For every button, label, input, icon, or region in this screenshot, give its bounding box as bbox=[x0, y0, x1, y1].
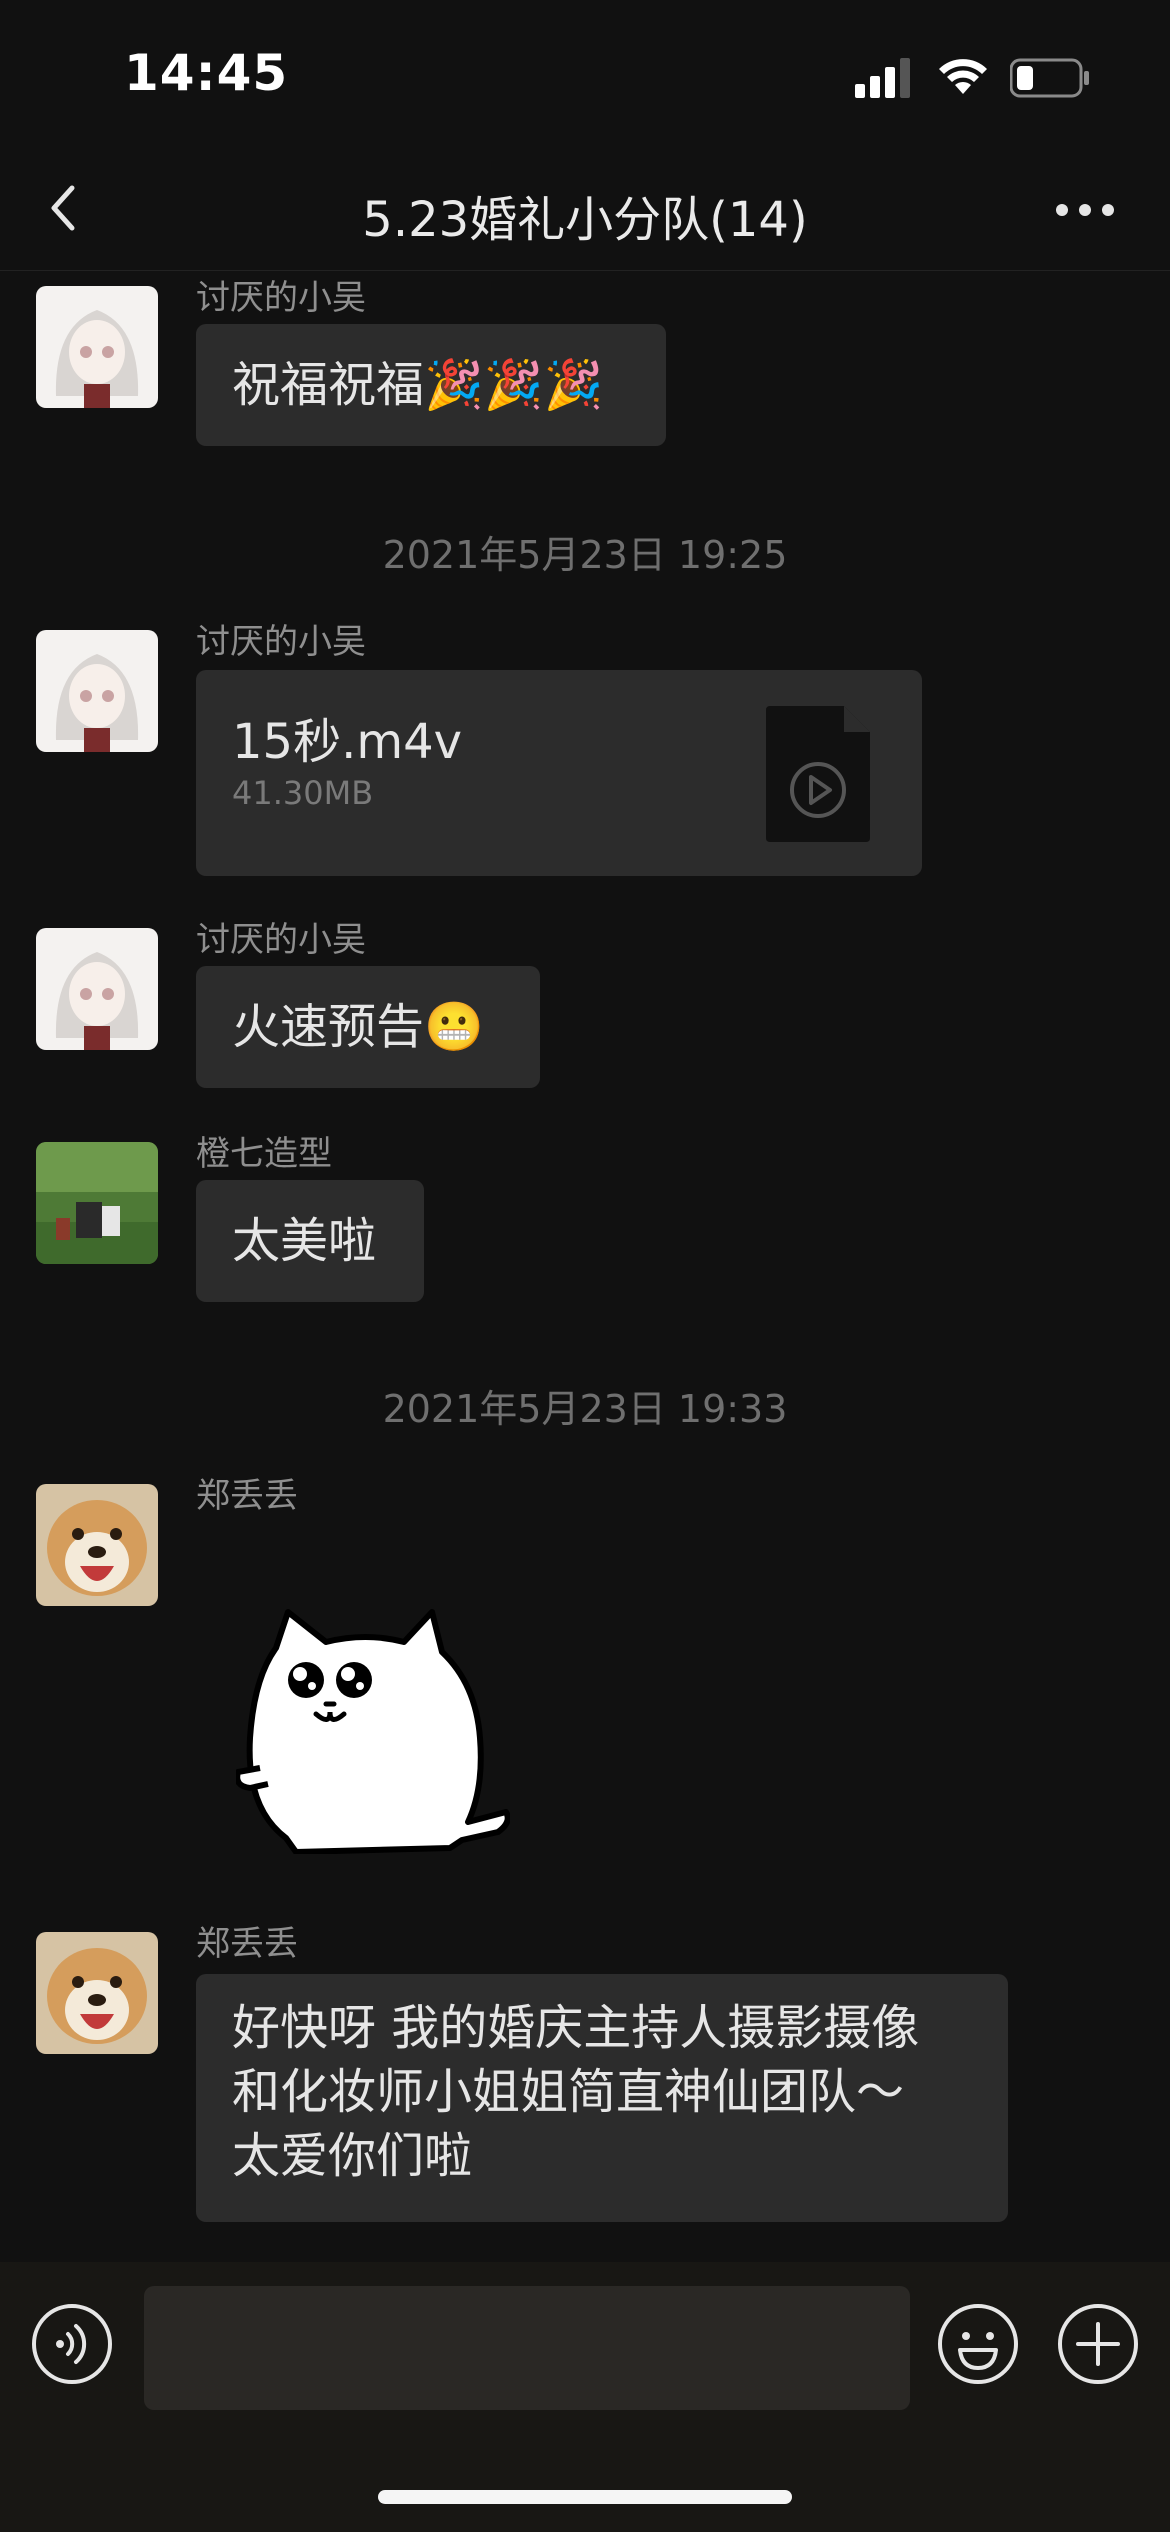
home-indicator[interactable] bbox=[378, 2490, 792, 2504]
wifi-icon bbox=[939, 59, 987, 94]
anime-girl-avatar-icon bbox=[36, 928, 158, 1050]
avatar[interactable] bbox=[36, 928, 158, 1050]
chat-title: 5.23婚礼小分队(14) bbox=[362, 192, 808, 248]
more-dots-icon[interactable] bbox=[1050, 180, 1120, 240]
status-time: 14:45 bbox=[124, 44, 289, 102]
file-name: 15秒.m4v bbox=[232, 714, 463, 770]
message-input[interactable] bbox=[144, 2286, 910, 2410]
message-line: 太爱你们啦 bbox=[232, 2128, 473, 2184]
avatar[interactable] bbox=[36, 286, 158, 408]
video-file-icon bbox=[766, 706, 870, 842]
sender-name: 郑丢丢 bbox=[196, 1476, 298, 1516]
battery-icon bbox=[1010, 58, 1089, 98]
message-timestamp: 2021年5月23日 19:25 bbox=[382, 533, 788, 577]
sender-name: 讨厌的小吴 bbox=[196, 920, 366, 960]
avatar[interactable] bbox=[36, 1484, 158, 1606]
avatar[interactable] bbox=[36, 1932, 158, 2054]
message-line: 好快呀 我的婚庆主持人摄影摄像 bbox=[232, 2000, 920, 2056]
dog-avatar-icon bbox=[36, 1484, 158, 1606]
cat-sticker[interactable] bbox=[236, 1608, 510, 1854]
avatar[interactable] bbox=[36, 1142, 158, 1264]
dog-avatar-icon bbox=[36, 1932, 158, 2054]
message-line: 和化妆师小姐姐简直神仙团队～ bbox=[232, 2064, 905, 2120]
avatar[interactable] bbox=[36, 630, 158, 752]
chat-header: 5.23婚礼小分队(14) bbox=[0, 140, 1170, 271]
file-size: 41.30MB bbox=[232, 774, 374, 812]
voice-icon[interactable] bbox=[30, 2302, 114, 2386]
sender-name: 郑丢丢 bbox=[196, 1924, 298, 1964]
message-bubble[interactable]: 祝福祝福🎉🎉🎉 bbox=[196, 324, 666, 446]
outdoor-photo-avatar-icon bbox=[36, 1142, 158, 1264]
message-bubble[interactable]: 好快呀 我的婚庆主持人摄影摄像 和化妆师小姐姐简直神仙团队～ 太爱你们啦 bbox=[196, 1974, 1008, 2222]
anime-girl-avatar-icon bbox=[36, 630, 158, 752]
plus-icon[interactable] bbox=[1056, 2302, 1140, 2386]
emoji-icon[interactable] bbox=[936, 2302, 1020, 2386]
file-message-card[interactable]: 15秒.m4v 41.30MB bbox=[196, 670, 922, 876]
cellular-signal-icon bbox=[855, 58, 910, 98]
message-bubble[interactable]: 太美啦 bbox=[196, 1180, 424, 1302]
message-bubble[interactable]: 火速预告😬 bbox=[196, 966, 540, 1088]
sender-name: 讨厌的小吴 bbox=[196, 278, 366, 318]
anime-girl-avatar-icon bbox=[36, 286, 158, 408]
sender-name: 橙七造型 bbox=[196, 1134, 332, 1174]
message-timestamp: 2021年5月23日 19:33 bbox=[382, 1387, 788, 1431]
sender-name: 讨厌的小吴 bbox=[196, 622, 366, 662]
status-bar: 14:45 bbox=[0, 0, 1170, 140]
